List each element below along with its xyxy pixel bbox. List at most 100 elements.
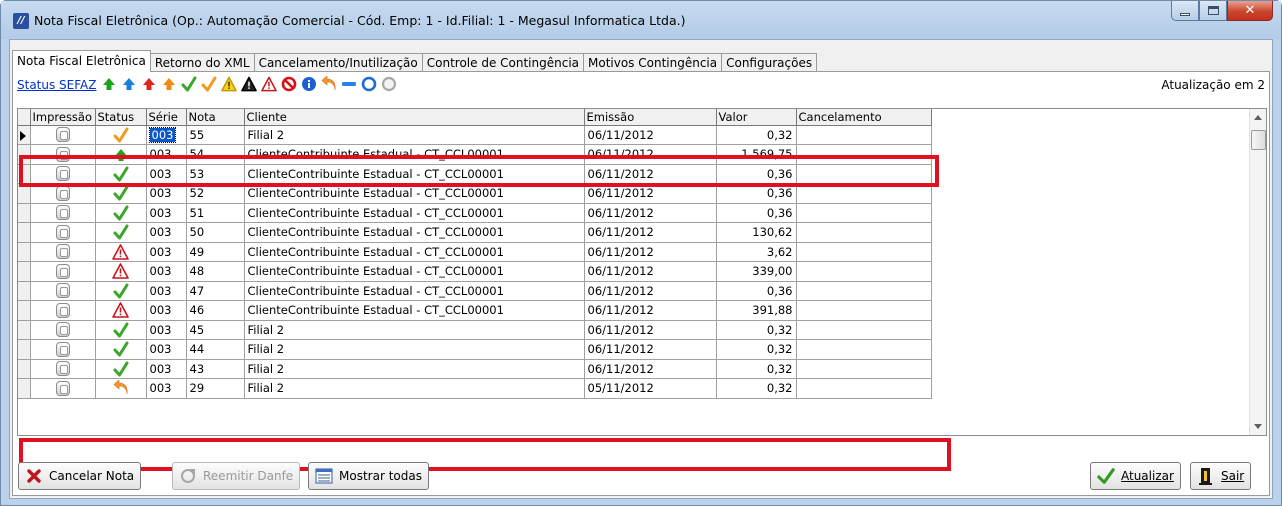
row-indicator[interactable] <box>18 261 31 282</box>
emissao-cell[interactable]: 06/11/2012 <box>584 125 717 145</box>
cliente-cell[interactable]: ClienteContribuinte Estadual - CT_CCL000… <box>244 300 585 321</box>
print-toggle-icon[interactable] <box>55 361 70 377</box>
show-all-button[interactable]: Mostrar todas <box>308 462 429 490</box>
print-toggle-icon[interactable] <box>55 166 70 182</box>
nota-cell[interactable]: 53 <box>186 164 245 184</box>
nota-cell[interactable]: 46 <box>186 300 245 321</box>
valor-cell[interactable]: 0,36 <box>716 183 797 204</box>
cancelamento-cell[interactable] <box>796 203 932 223</box>
cancelamento-cell[interactable] <box>796 320 932 340</box>
print-toggle-icon[interactable] <box>55 302 70 318</box>
column-header-cliente[interactable]: Cliente <box>244 109 585 126</box>
valor-cell[interactable]: 0,36 <box>716 164 797 184</box>
print-toggle-icon[interactable] <box>55 224 70 240</box>
emissao-cell[interactable]: 06/11/2012 <box>584 222 717 243</box>
table-row[interactable]: 003 49 ClienteContribuinte Estadual - CT_C… <box>18 242 932 262</box>
status-sefaz-link[interactable]: Status SEFAZ <box>17 78 96 92</box>
reissue-danfe-button[interactable]: Reemitir Danfe <box>172 462 301 490</box>
row-indicator[interactable] <box>18 144 31 165</box>
table-row[interactable]: 003 43 Filial 2 06/11/2012 0,32 <box>18 359 932 379</box>
serie-cell[interactable]: 003 <box>146 144 187 165</box>
emissao-cell[interactable]: 06/11/2012 <box>584 281 717 301</box>
table-row[interactable]: 003 55 Filial 2 06/11/2012 0,32 <box>18 125 932 145</box>
print-cell[interactable] <box>30 300 96 321</box>
valor-cell[interactable]: 0,32 <box>716 378 797 399</box>
row-indicator[interactable] <box>18 164 31 184</box>
emissao-cell[interactable]: 06/11/2012 <box>584 242 717 262</box>
emissao-cell[interactable]: 06/11/2012 <box>584 300 717 321</box>
cancelamento-cell[interactable] <box>796 300 932 321</box>
serie-cell[interactable]: 003 <box>146 300 187 321</box>
cliente-cell[interactable]: Filial 2 <box>244 359 585 379</box>
cliente-cell[interactable]: ClienteContribuinte Estadual - CT_CCL000… <box>244 281 585 301</box>
table-row[interactable]: 003 54 ClienteContribuinte Estadual - CT_C… <box>18 144 932 165</box>
emissao-cell[interactable]: 06/11/2012 <box>584 359 717 379</box>
serie-cell[interactable]: 003 <box>146 281 187 301</box>
print-toggle-icon[interactable] <box>55 205 70 221</box>
tab-controle-de-contingencia[interactable]: Controle de Contingência <box>421 53 584 72</box>
title-bar[interactable]: // Nota Fiscal Eletrônica (Op.: Automaçã… <box>1 1 1281 39</box>
table-row[interactable]: 003 53 ClienteContribuinte Estadual - CT_C… <box>18 164 932 184</box>
column-header-emissao[interactable]: Emissão <box>584 109 717 126</box>
valor-cell[interactable]: 1.569,75 <box>716 144 797 165</box>
cliente-cell[interactable]: Filial 2 <box>244 125 585 145</box>
cancelamento-cell[interactable] <box>796 378 932 399</box>
nota-cell[interactable]: 29 <box>186 378 245 399</box>
nota-cell[interactable]: 44 <box>186 339 245 360</box>
nota-cell[interactable]: 51 <box>186 203 245 223</box>
nota-cell[interactable]: 54 <box>186 144 245 165</box>
valor-cell[interactable]: 3,62 <box>716 242 797 262</box>
print-cell[interactable] <box>30 242 96 262</box>
print-cell[interactable] <box>30 222 96 243</box>
row-indicator[interactable] <box>18 320 31 340</box>
nota-cell[interactable]: 47 <box>186 281 245 301</box>
print-cell[interactable] <box>30 183 96 204</box>
tab-configuracoes[interactable]: Configurações <box>721 53 818 72</box>
nota-cell[interactable]: 45 <box>186 320 245 340</box>
cliente-cell[interactable]: ClienteContribuinte Estadual - CT_CCL000… <box>244 242 585 262</box>
tab-cancelamento-inutilizacao[interactable]: Cancelamento/Inutilização <box>253 53 423 72</box>
cliente-cell[interactable]: ClienteContribuinte Estadual - CT_CCL000… <box>244 164 585 184</box>
column-header-valor[interactable]: Valor <box>716 109 797 126</box>
row-indicator[interactable] <box>18 281 31 301</box>
print-cell[interactable] <box>30 378 96 399</box>
serie-cell[interactable]: 003 <box>146 125 187 145</box>
scroll-thumb[interactable] <box>1251 130 1266 150</box>
table-row[interactable]: 003 52 ClienteContribuinte Estadual - CT_C… <box>18 183 932 204</box>
cliente-cell[interactable]: Filial 2 <box>244 339 585 360</box>
cancelamento-cell[interactable] <box>796 359 932 379</box>
minimize-button[interactable] <box>1171 1 1199 21</box>
row-indicator[interactable] <box>18 242 31 262</box>
cliente-cell[interactable]: Filial 2 <box>244 320 585 340</box>
serie-cell[interactable]: 003 <box>146 183 187 204</box>
column-header-nota[interactable]: Nota <box>186 109 245 126</box>
close-button[interactable]: ✕ <box>1227 1 1273 21</box>
serie-cell[interactable]: 003 <box>146 242 187 262</box>
cancelamento-cell[interactable] <box>796 222 932 243</box>
valor-cell[interactable]: 0,36 <box>716 281 797 301</box>
cancelamento-cell[interactable] <box>796 261 932 282</box>
valor-cell[interactable]: 0,36 <box>716 203 797 223</box>
cancelamento-cell[interactable] <box>796 164 932 184</box>
emissao-cell[interactable]: 06/11/2012 <box>584 261 717 282</box>
table-row[interactable]: 003 29 Filial 2 05/11/2012 0,32 <box>18 378 932 399</box>
serie-cell[interactable]: 003 <box>146 261 187 282</box>
emissao-cell[interactable]: 06/11/2012 <box>584 144 717 165</box>
print-cell[interactable] <box>30 164 96 184</box>
maximize-button[interactable] <box>1199 1 1227 21</box>
valor-cell[interactable]: 0,32 <box>716 339 797 360</box>
valor-cell[interactable]: 391,88 <box>716 300 797 321</box>
valor-cell[interactable]: 0,32 <box>716 320 797 340</box>
row-indicator[interactable] <box>18 203 31 223</box>
row-indicator[interactable] <box>18 378 31 399</box>
emissao-cell[interactable]: 06/11/2012 <box>584 183 717 204</box>
serie-cell[interactable]: 003 <box>146 339 187 360</box>
table-row[interactable]: 003 50 ClienteContribuinte Estadual - CT_C… <box>18 222 932 243</box>
print-cell[interactable] <box>30 339 96 360</box>
serie-cell[interactable]: 003 <box>146 203 187 223</box>
tab-retorno-do-xml[interactable]: Retorno do XML <box>149 53 255 72</box>
cliente-cell[interactable]: ClienteContribuinte Estadual - CT_CCL000… <box>244 222 585 243</box>
print-cell[interactable] <box>30 281 96 301</box>
print-toggle-icon[interactable] <box>55 380 70 396</box>
print-cell[interactable] <box>30 320 96 340</box>
